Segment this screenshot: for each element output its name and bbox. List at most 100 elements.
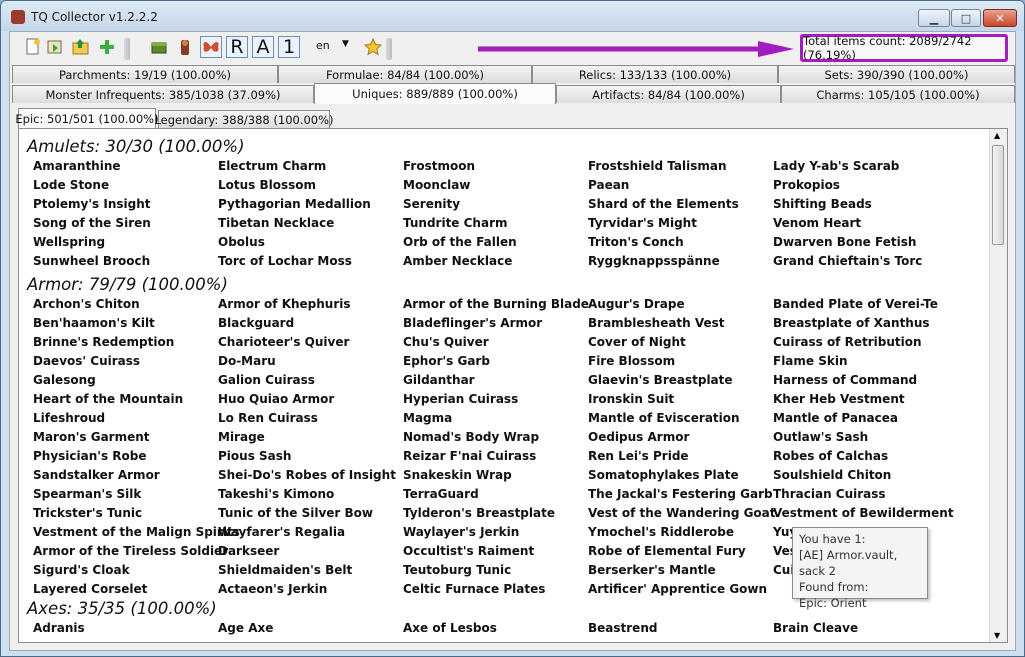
list-item[interactable]: Triton's Conch xyxy=(588,235,684,249)
list-item[interactable]: Ironskin Suit xyxy=(588,392,674,406)
list-item[interactable]: Physician's Robe xyxy=(33,449,147,463)
list-item[interactable]: The Jackal's Festering Garb xyxy=(588,487,773,501)
list-item[interactable]: Mantle of Panacea xyxy=(773,411,898,425)
list-item[interactable]: Armor of the Tireless Soldier xyxy=(33,544,228,558)
list-item[interactable]: Beastrend xyxy=(588,621,657,635)
list-item[interactable]: Trickster's Tunic xyxy=(33,506,142,520)
character-icon[interactable] xyxy=(174,36,196,58)
list-item[interactable]: Shifting Beads xyxy=(773,197,872,211)
list-item[interactable]: Bramblesheath Vest xyxy=(588,316,725,330)
list-item[interactable]: Moonclaw xyxy=(403,178,470,192)
language-select[interactable]: en ▼ xyxy=(316,39,352,57)
list-item[interactable]: Archon's Chiton xyxy=(33,297,140,311)
list-item[interactable]: Sunwheel Brooch xyxy=(33,254,150,268)
list-item[interactable]: Dwarven Bone Fetish xyxy=(773,235,916,249)
list-item[interactable]: Tundrite Charm xyxy=(403,216,508,230)
list-item[interactable]: Torc of Lochar Moss xyxy=(218,254,352,268)
list-item[interactable]: Huo Quiao Armor xyxy=(218,392,334,406)
list-item[interactable]: Brinne's Redemption xyxy=(33,335,174,349)
list-item[interactable]: Age Axe xyxy=(218,621,273,635)
list-item[interactable]: Amber Necklace xyxy=(403,254,512,268)
list-item[interactable]: Obolus xyxy=(218,235,265,249)
list-item[interactable]: Blackguard xyxy=(218,316,294,330)
list-item[interactable]: Grand Chieftain's Torc xyxy=(773,254,922,268)
tab-parchments[interactable]: Parchments: 19/19 (100.00%) xyxy=(12,65,278,83)
list-item[interactable]: Fire Blossom xyxy=(588,354,675,368)
list-item[interactable]: Ben'haamon's Kilt xyxy=(33,316,155,330)
toolbar-grip[interactable] xyxy=(124,38,130,60)
list-item[interactable]: Sandstalker Armor xyxy=(33,468,160,482)
list-item[interactable]: Shei-Do's Robes of Insight xyxy=(218,468,396,482)
list-item[interactable]: Amaranthine xyxy=(33,159,121,173)
list-item[interactable]: Armor of Khephuris xyxy=(218,297,351,311)
list-item[interactable]: Prokopios xyxy=(773,178,840,192)
list-item[interactable]: Mantle of Evisceration xyxy=(588,411,740,425)
list-item[interactable]: Tyrvidar's Might xyxy=(588,216,697,230)
list-item[interactable]: Pious Sash xyxy=(218,449,291,463)
list-item[interactable]: Do-Maru xyxy=(218,354,276,368)
list-item[interactable]: Axe of Lesbos xyxy=(403,621,497,635)
list-item[interactable]: Banded Plate of Verei-Te xyxy=(773,297,938,311)
list-item[interactable]: Wellspring xyxy=(33,235,105,249)
subtab-legendary[interactable]: Legendary: 388/388 (100.00%) xyxy=(154,110,334,128)
list-item[interactable]: Lotus Blossom xyxy=(218,178,316,192)
tab-uniques[interactable]: Uniques: 889/889 (100.00%) xyxy=(314,83,556,104)
list-item[interactable]: Nomad's Body Wrap xyxy=(403,430,539,444)
star-icon[interactable] xyxy=(362,36,384,58)
list-item[interactable]: Hyperian Cuirass xyxy=(403,392,518,406)
list-item[interactable]: Charioteer's Quiver xyxy=(218,335,349,349)
list-item[interactable]: Snakeskin Wrap xyxy=(403,468,512,482)
list-item[interactable]: Thracian Cuirass xyxy=(773,487,886,501)
list-item[interactable]: Maron's Garment xyxy=(33,430,150,444)
list-item[interactable]: Oedipus Armor xyxy=(588,430,689,444)
list-item[interactable]: Soulshield Chiton xyxy=(773,468,891,482)
tab-sets[interactable]: Sets: 390/390 (100.00%) xyxy=(778,65,1015,83)
list-item[interactable]: Serenity xyxy=(403,197,460,211)
list-item[interactable]: Tibetan Necklace xyxy=(218,216,334,230)
list-item[interactable]: Vestment of the Malign Spirits xyxy=(33,525,240,539)
list-item[interactable]: Wayfarer's Regalia xyxy=(218,525,345,539)
list-item[interactable]: Berserker's Mantle xyxy=(588,563,716,577)
list-item[interactable]: Cover of Night xyxy=(588,335,686,349)
folder-up-icon[interactable] xyxy=(70,36,92,58)
list-item[interactable]: Waylayer's Jerkin xyxy=(403,525,519,539)
list-item[interactable]: Song of the Siren xyxy=(33,216,151,230)
open-file-icon[interactable] xyxy=(44,36,66,58)
list-item[interactable]: Adranis xyxy=(33,621,85,635)
list-item[interactable]: Spearman's Silk xyxy=(33,487,141,501)
list-item[interactable]: Pythagorian Medallion xyxy=(218,197,371,211)
minimize-button[interactable]: ▁ xyxy=(918,9,950,27)
list-item[interactable]: Frostmoon xyxy=(403,159,475,173)
list-item[interactable]: Chu's Quiver xyxy=(403,335,489,349)
list-item[interactable]: Occultist's Raiment xyxy=(403,544,534,558)
list-item[interactable]: Tylderon's Breastplate xyxy=(403,506,555,520)
list-item[interactable]: Ren Lei's Pride xyxy=(588,449,689,463)
list-item[interactable]: Brain Cleave xyxy=(773,621,858,635)
list-item[interactable]: Shieldmaiden's Belt xyxy=(218,563,352,577)
list-item[interactable]: Glaevin's Breastplate xyxy=(588,373,733,387)
list-item[interactable]: Ptolemy's Insight xyxy=(33,197,150,211)
vertical-scrollbar[interactable]: ▲ ▼ xyxy=(989,129,1007,642)
list-item[interactable]: Layered Corselet xyxy=(33,582,147,596)
list-item[interactable]: Mirage xyxy=(218,430,265,444)
list-item[interactable]: Bladeflinger's Armor xyxy=(403,316,542,330)
list-item[interactable]: Vestment of Bewilderment xyxy=(773,506,954,520)
list-item[interactable]: Sigurd's Cloak xyxy=(33,563,130,577)
list-item[interactable]: Vest of the Wandering Goat xyxy=(588,506,776,520)
filter-1-button[interactable]: 1 xyxy=(278,36,300,58)
scroll-down-icon[interactable]: ▼ xyxy=(994,631,1000,640)
tab-formulae[interactable]: Formulae: 84/84 (100.00%) xyxy=(278,65,532,83)
tab-monster-infrequents[interactable]: Monster Infrequents: 385/1038 (37.09%) xyxy=(12,85,314,103)
scroll-up-icon[interactable]: ▲ xyxy=(994,131,1000,140)
list-item[interactable]: Venom Heart xyxy=(773,216,861,230)
list-item[interactable]: Electrum Charm xyxy=(218,159,326,173)
list-item[interactable]: Augur's Drape xyxy=(588,297,685,311)
scroll-thumb[interactable] xyxy=(992,145,1004,245)
list-item[interactable]: Armor of the Burning Blade xyxy=(403,297,589,311)
new-file-icon[interactable] xyxy=(22,36,44,58)
list-item[interactable]: Somatophylakes Plate xyxy=(588,468,739,482)
list-item[interactable]: Ryggknappsspänne xyxy=(588,254,720,268)
list-item[interactable]: Magma xyxy=(403,411,452,425)
list-item[interactable]: Flame Skin xyxy=(773,354,848,368)
list-item[interactable]: Breastplate of Xanthus xyxy=(773,316,930,330)
